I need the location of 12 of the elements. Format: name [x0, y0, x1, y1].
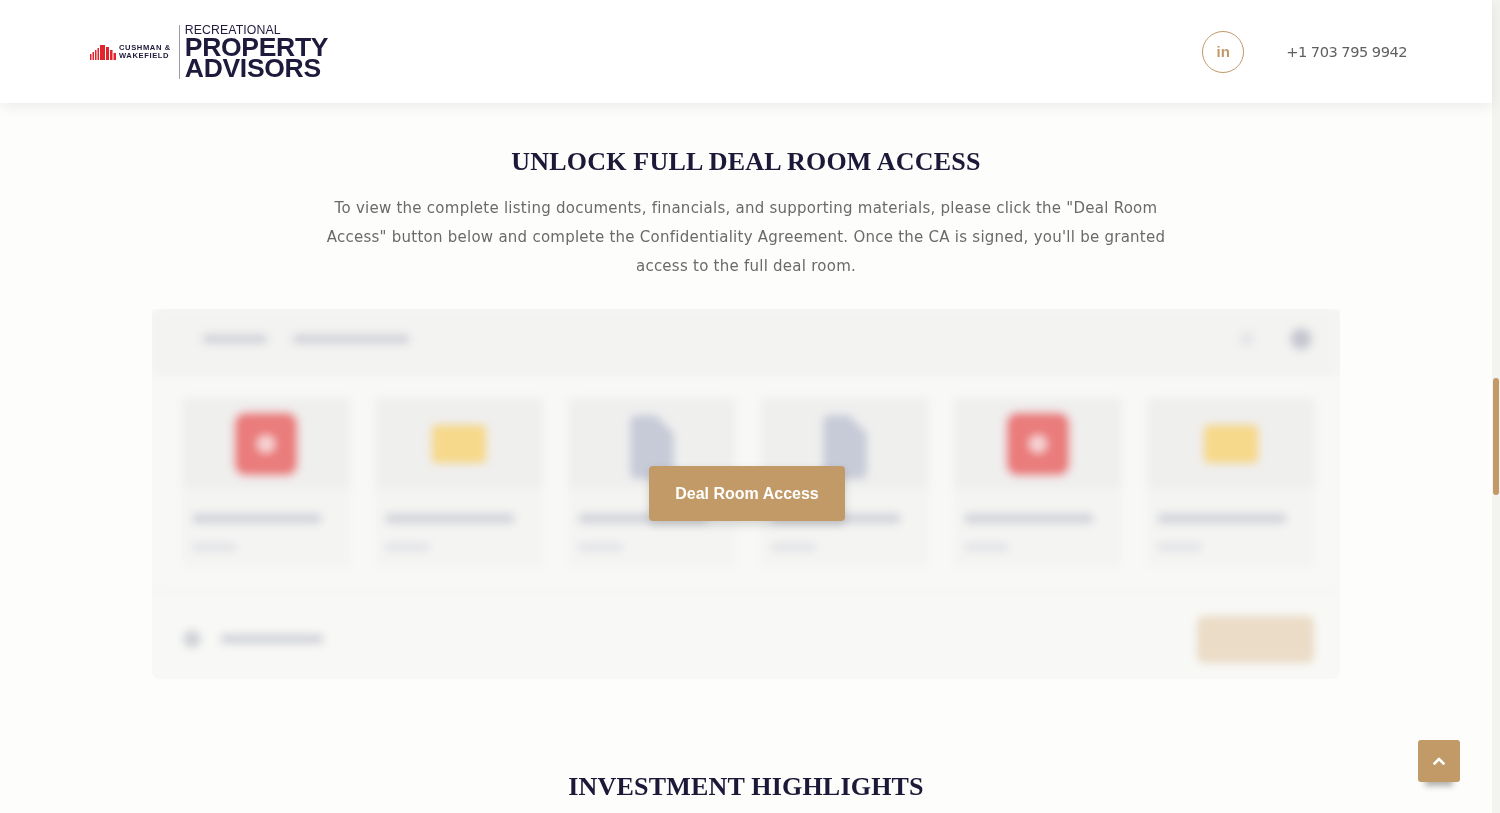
phone-number[interactable]: +1 703 795 9942: [1286, 43, 1407, 60]
skyline-logo-icon: [90, 43, 116, 60]
logo-subtitle: RECREATIONAL: [184, 24, 282, 36]
scrollbar[interactable]: [1492, 0, 1500, 813]
scrollbar-thumb[interactable]: [1493, 378, 1499, 495]
logo-title: PROPERTY ADVISORS: [184, 37, 329, 79]
chevron-up-icon: [1433, 757, 1445, 765]
section-description: To view the complete listing documents, financials, and supporting materials, please click the "Deal Room Access" button below and complete the Confidentiality Agreement. Once the CA is signed, you'll be granted access to the full deal room.: [325, 198, 1167, 277]
back-to-top-button[interactable]: [1418, 740, 1460, 782]
section-title: UNLOCK FULL DEAL ROOM ACCESS: [511, 146, 981, 178]
deal-room-access-button[interactable]: Deal Room Access: [649, 466, 845, 521]
section-title: INVESTMENT HIGHLIGHTS: [568, 771, 924, 803]
